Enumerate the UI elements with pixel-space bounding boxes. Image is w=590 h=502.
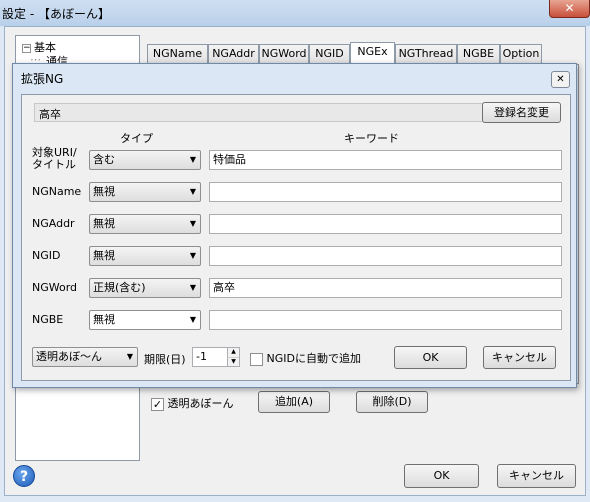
row-label: 対象URI/ タイトル (32, 146, 77, 171)
row-label: NGWord (32, 281, 78, 294)
delete-button[interactable]: 削除(D) (356, 391, 428, 413)
type-column-header: タイプ (120, 132, 153, 145)
keyword-input[interactable] (209, 246, 562, 266)
ngid-auto-add-checkbox[interactable] (250, 352, 263, 366)
ngid-auto-add-label: NGIDに自動で追加 (266, 352, 361, 365)
help-icon[interactable]: ? (13, 465, 35, 487)
dialog-ok-button[interactable]: OK (394, 346, 467, 369)
type-select[interactable]: 無視 ▼ (89, 310, 201, 330)
chevron-down-icon: ▼ (126, 352, 133, 361)
limit-days-value: -1 (196, 350, 207, 363)
collapse-icon[interactable]: − (22, 43, 31, 53)
tab-ngname[interactable]: NGName (147, 44, 208, 64)
chevron-down-icon: ▼ (189, 283, 196, 292)
transparent-abone-option[interactable]: ✓ 透明あぼーん (151, 395, 234, 411)
chevron-down-icon: ▼ (189, 251, 196, 260)
limit-days-stepper[interactable]: -1 ▲ ▼ (192, 347, 240, 367)
ok-button[interactable]: OK (404, 464, 479, 488)
tab-ngthread[interactable]: NGThread (395, 44, 457, 64)
keyword-input[interactable]: 高卒 (209, 278, 562, 298)
type-select[interactable]: 無視 ▼ (89, 246, 201, 266)
dialog-client-area: 高卒 登録名変更 タイプ キーワード 対象URI/ タイトル 含む ▼ 特価品 NGNa… (21, 94, 571, 381)
row-label: NGName (32, 185, 82, 198)
cancel-button[interactable]: キャンセル (497, 464, 576, 488)
tab-ngbe[interactable]: NGBE (457, 44, 500, 64)
type-select-value: 無視 (93, 217, 115, 230)
keyword-input[interactable] (209, 310, 562, 330)
window-titlebar: 設定 - 【あぼーん】 ✕ (0, 0, 590, 26)
transparent-abone-label: 透明あぼーん (167, 397, 234, 410)
row-label: NGBE (32, 313, 64, 326)
type-select[interactable]: 無視 ▼ (89, 214, 201, 234)
tab-option[interactable]: Option (500, 44, 542, 64)
dialog-title: 拡張NG (21, 72, 64, 86)
limit-label: 期限(日) (144, 353, 186, 366)
type-select[interactable]: 含む ▼ (89, 150, 201, 170)
abone-mode-value: 透明あぼ〜ん (36, 350, 102, 363)
keyword-input[interactable] (209, 182, 562, 202)
keyword-column-header: キーワード (344, 132, 399, 145)
dialog-close-button[interactable]: ✕ (551, 71, 570, 88)
chevron-down-icon: ▼ (189, 315, 196, 324)
chevron-down-icon: ▼ (189, 219, 196, 228)
keyword-input[interactable] (209, 214, 562, 234)
tab-ngaddr[interactable]: NGAddr (208, 44, 259, 64)
abone-mode-select[interactable]: 透明あぼ〜ん ▼ (32, 347, 138, 367)
type-select-value: 無視 (93, 313, 115, 326)
tab-ngid[interactable]: NGID (309, 44, 350, 64)
spin-down-icon[interactable]: ▼ (227, 357, 239, 366)
transparent-abone-checkbox[interactable]: ✓ (151, 397, 164, 411)
keyword-input[interactable]: 特価品 (209, 150, 562, 170)
tab-ngex[interactable]: NGEx (350, 42, 395, 65)
spin-up-icon[interactable]: ▲ (227, 348, 239, 357)
type-select[interactable]: 正規(含む) ▼ (89, 278, 201, 298)
dialog-cancel-button[interactable]: キャンセル (483, 346, 556, 369)
window-title: 設定 - 【あぼーん】 (2, 7, 110, 21)
tab-ngword[interactable]: NGWord (259, 44, 309, 64)
row-label: NGAddr (32, 217, 75, 230)
type-select-value: 無視 (93, 249, 115, 262)
type-select[interactable]: 無視 ▼ (89, 182, 201, 202)
type-select-value: 含む (93, 153, 115, 166)
extended-ng-dialog: 拡張NG ✕ 高卒 登録名変更 タイプ キーワード 対象URI/ タイトル 含む ▼… (12, 63, 577, 388)
add-button[interactable]: 追加(A) (258, 391, 330, 413)
type-select-value: 正規(含む) (93, 281, 146, 294)
registered-name-field: 高卒 (34, 103, 484, 122)
rename-button[interactable]: 登録名変更 (482, 102, 561, 123)
type-select-value: 無視 (93, 185, 115, 198)
window-close-button[interactable]: ✕ (549, 0, 590, 18)
row-label: NGID (32, 249, 61, 262)
chevron-down-icon: ▼ (189, 155, 196, 164)
ngid-auto-add-option[interactable]: NGIDに自動で追加 (250, 350, 361, 366)
chevron-down-icon: ▼ (189, 187, 196, 196)
